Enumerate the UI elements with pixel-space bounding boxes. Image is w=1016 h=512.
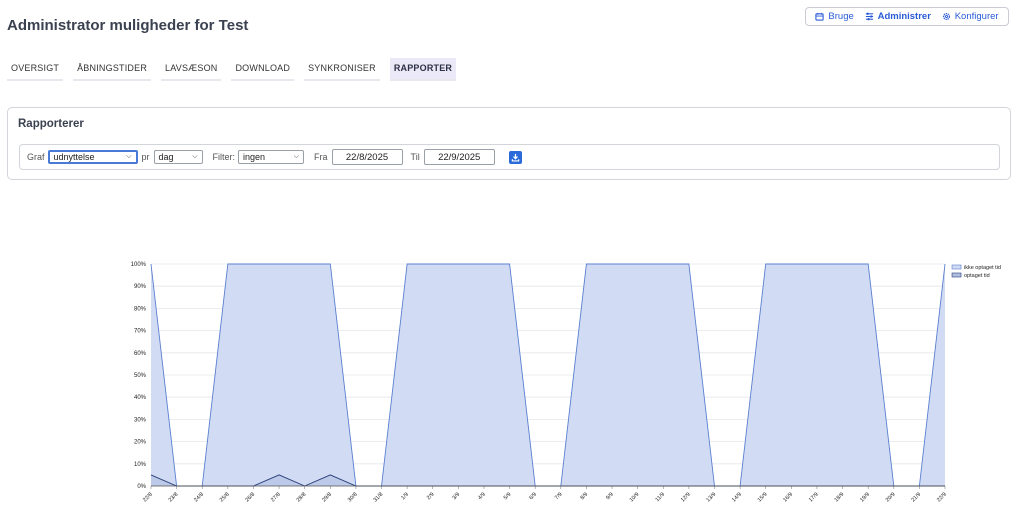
x-tick-label: 6/9 (528, 492, 538, 502)
x-tick-label: 27/8 (270, 492, 282, 504)
y-tick-label: 60% (134, 351, 147, 357)
x-tick-label: 24/8 (193, 492, 205, 504)
x-tick-label: 10/9 (629, 492, 641, 504)
x-tick-label: 22/9 (936, 492, 948, 504)
x-tick-label: 16/9 (782, 492, 794, 504)
x-tick-label: 2/9 (426, 492, 436, 502)
x-tick-label: 26/8 (244, 492, 256, 504)
legend-label: ikke optaget tid (964, 265, 1001, 271)
y-tick-label: 70% (134, 329, 147, 335)
x-tick-label: 19/9 (859, 492, 871, 504)
x-tick-label: 15/9 (757, 492, 769, 504)
x-tick-label: 8/9 (580, 492, 590, 502)
y-tick-label: 80% (134, 306, 147, 312)
x-tick-label: 31/8 (373, 492, 385, 504)
x-tick-label: 9/9 (605, 492, 615, 502)
y-tick-label: 20% (134, 440, 147, 446)
x-tick-label: 1/9 (400, 492, 410, 502)
x-tick-label: 14/9 (731, 492, 743, 504)
x-tick-label: 28/8 (296, 492, 308, 504)
x-tick-label: 18/9 (834, 492, 846, 504)
x-tick-label: 29/8 (321, 492, 333, 504)
x-tick-label: 11/9 (655, 492, 667, 504)
legend-swatch (951, 272, 962, 278)
x-tick-label: 30/8 (347, 492, 359, 504)
x-tick-label: 20/9 (885, 492, 897, 504)
y-tick-label: 0% (137, 484, 146, 490)
y-tick-label: 90% (134, 284, 147, 290)
x-tick-label: 3/9 (452, 492, 462, 502)
x-tick-label: 4/9 (477, 492, 487, 502)
legend-label: optaget tid (964, 273, 990, 279)
x-tick-label: 17/9 (808, 492, 820, 504)
y-tick-label: 50% (134, 373, 147, 379)
x-tick-label: 25/8 (219, 492, 231, 504)
x-tick-label: 13/9 (705, 492, 717, 504)
y-tick-label: 40% (134, 395, 147, 401)
y-tick-label: 30% (134, 417, 147, 423)
x-tick-label: 23/8 (168, 492, 180, 504)
y-tick-label: 100% (131, 262, 147, 268)
legend-swatch (951, 264, 962, 270)
x-tick-label: 21/9 (910, 492, 922, 504)
x-tick-label: 22/8 (142, 492, 154, 504)
utilization-chart: 0% 10% 20% 30% 40% 50% 60% 70% 80% 90% 100% 22/8 23/… (131, 262, 1001, 504)
y-tick-label: 10% (134, 462, 147, 468)
x-tick-label: 7/9 (554, 492, 564, 502)
x-tick-label: 5/9 (503, 492, 513, 502)
x-tick-label: 12/9 (680, 492, 692, 504)
